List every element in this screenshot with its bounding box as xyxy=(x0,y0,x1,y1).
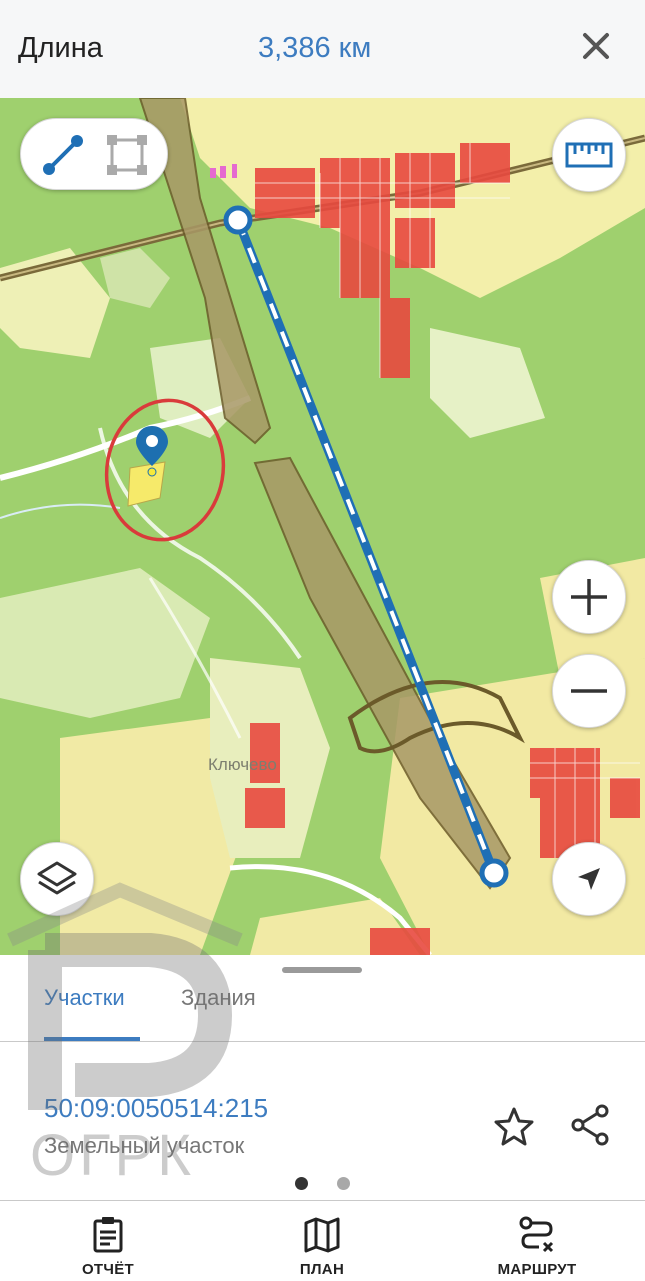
route-icon xyxy=(519,1216,554,1253)
plus-icon xyxy=(571,579,607,615)
page-dot xyxy=(337,1177,350,1190)
close-button[interactable] xyxy=(576,26,616,66)
ruler-button[interactable] xyxy=(552,118,626,192)
share-button[interactable] xyxy=(568,1103,612,1147)
map-icon xyxy=(304,1217,340,1253)
nav-report-label: ОТЧЁТ xyxy=(81,1261,135,1278)
my-location-button[interactable] xyxy=(552,842,626,916)
top-bar: Длина 3,386 км xyxy=(0,0,645,98)
zoom-in-button[interactable] xyxy=(552,560,626,634)
place-label-map: Ключево xyxy=(208,755,277,774)
measured-distance: 3,386 км xyxy=(258,32,372,64)
sheet-drag-handle[interactable] xyxy=(282,967,362,973)
page-dot-active xyxy=(295,1177,308,1190)
measure-title: Длина xyxy=(18,32,103,64)
nav-route-label: МАРШРУТ xyxy=(497,1261,577,1278)
watermark-text: ОГРК xyxy=(30,1123,195,1180)
nav-report[interactable]: ОТЧЁТ xyxy=(28,1201,188,1281)
ruler-icon xyxy=(565,142,613,168)
close-icon xyxy=(583,33,609,59)
zoom-out-button[interactable] xyxy=(552,654,626,728)
bottom-navigation: ОТЧЁТ ПЛАН МАРШРУТ xyxy=(0,1200,645,1280)
nav-route[interactable]: МАРШРУТ xyxy=(457,1201,617,1281)
star-icon xyxy=(494,1107,534,1146)
favorite-button[interactable] xyxy=(492,1105,536,1149)
nav-plan[interactable]: ПЛАН xyxy=(242,1201,402,1281)
watermark-logo: ОГРК xyxy=(7,882,243,1180)
map-view[interactable]: Ключево xyxy=(0,98,645,955)
polygon-tool-icon[interactable] xyxy=(105,133,149,177)
map-canvas: Ключево xyxy=(0,98,645,955)
navigation-arrow-icon xyxy=(578,868,600,890)
minus-icon xyxy=(571,689,607,693)
measure-mode-toggle[interactable] xyxy=(20,118,168,190)
nav-plan-label: ПЛАН xyxy=(299,1261,345,1278)
share-icon xyxy=(571,1104,609,1146)
line-tool-icon[interactable] xyxy=(41,133,85,177)
report-icon xyxy=(93,1217,123,1253)
